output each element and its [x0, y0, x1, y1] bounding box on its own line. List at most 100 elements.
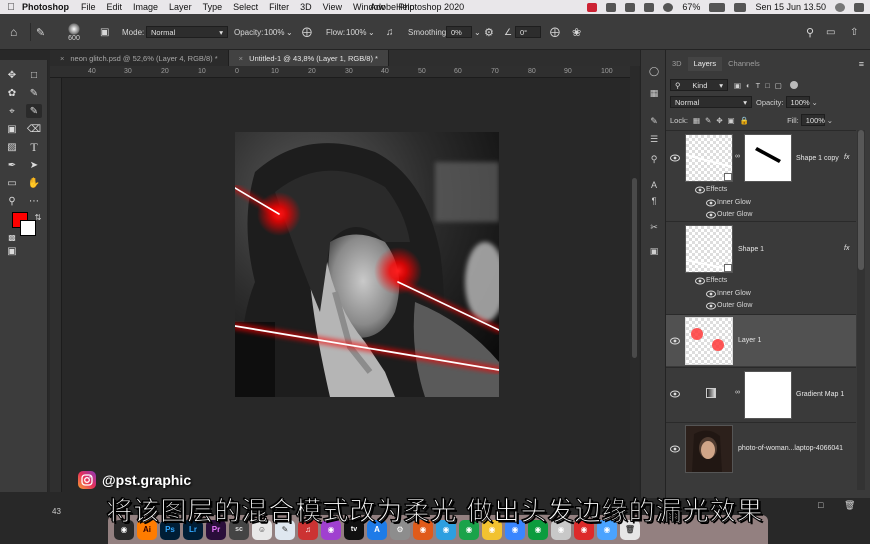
menu-filter[interactable]: Filter — [269, 2, 289, 12]
lock-transparent-icon[interactable]: ▦ — [693, 116, 700, 125]
default-colors-icon[interactable]: ▩ — [4, 230, 20, 244]
eye-icon[interactable] — [670, 337, 680, 345]
frame-tool-icon[interactable]: ▣ — [4, 122, 20, 136]
pen-tool-icon[interactable]: ✒ — [4, 158, 20, 172]
menu-view[interactable]: View — [323, 2, 342, 12]
layer-name[interactable]: photo-of-woman...laptop-4066041 — [738, 445, 843, 452]
tools-presets-icon[interactable]: ✂ — [647, 222, 661, 234]
control-center-icon[interactable] — [854, 2, 864, 12]
filter-pixel-icon[interactable]: ▣ — [734, 81, 741, 90]
workspace-icon[interactable]: ▭ — [826, 14, 835, 50]
eye-icon[interactable] — [706, 302, 716, 310]
effect-inner-glow[interactable]: Inner Glow — [717, 290, 751, 297]
opacity-field[interactable]: 100% — [264, 14, 284, 50]
angle-field[interactable]: 0° — [515, 26, 541, 38]
link-icon[interactable]: ∞ — [735, 389, 740, 396]
eraser-tool-icon[interactable]: ⌫ — [26, 122, 42, 136]
character-icon[interactable]: A — [647, 180, 661, 192]
gradient-tool-icon[interactable]: ▨ — [4, 140, 20, 154]
link-icon[interactable]: ∞ — [735, 153, 740, 160]
eye-icon[interactable] — [670, 445, 680, 453]
share-icon[interactable]: ⇧ — [850, 14, 858, 50]
filter-adjustment-icon[interactable]: ◐ — [746, 81, 751, 90]
tab-3d[interactable]: 3D — [666, 57, 688, 71]
brush-preset-picker[interactable]: 600 — [68, 14, 80, 50]
effects-label[interactable]: Effects — [706, 277, 727, 284]
menu-3d[interactable]: 3D — [300, 2, 312, 12]
tab-neon-glitch[interactable]: × neon glitch.psd @ 52,6% (Layer 4, RGB/8… — [50, 50, 229, 66]
eye-icon[interactable] — [695, 186, 705, 194]
bluetooth-icon[interactable] — [644, 2, 655, 12]
tab-layers[interactable]: Layers — [687, 57, 723, 71]
quick-select-tool-icon[interactable]: ✎ — [26, 86, 42, 100]
lock-artboard-icon[interactable]: ▣ — [728, 116, 735, 125]
swap-colors-icon[interactable]: ⇅ — [30, 210, 46, 224]
swatches-icon[interactable]: ▦ — [647, 88, 661, 100]
layer-row-shape-1-copy[interactable]: ∞ Shape 1 copy fx Effects Inner Glow Out… — [666, 130, 856, 220]
brush-tool-icon[interactable]: ✎ — [26, 104, 42, 118]
chevron-down-icon[interactable]: ⌄ — [812, 98, 818, 107]
type-tool-icon[interactable]: T — [26, 140, 42, 154]
filter-shape-icon[interactable]: □ — [765, 81, 770, 90]
symmetry-icon[interactable]: ❀ — [572, 14, 581, 50]
fx-icon[interactable]: fx — [844, 154, 849, 161]
paragraph-icon[interactable]: ¶ — [647, 196, 661, 208]
layer-row-photo[interactable]: photo-of-woman...laptop-4066041 — [666, 422, 856, 474]
filter-smart-object-icon[interactable]: ▢ — [775, 81, 782, 90]
mode-select[interactable]: Normal ▾ — [146, 26, 228, 38]
eye-icon[interactable] — [670, 390, 680, 398]
lock-all-icon[interactable]: 🔒 — [740, 116, 749, 125]
recording-icon[interactable] — [587, 2, 598, 12]
more-tools-icon[interactable]: ⋯ — [26, 194, 42, 208]
filter-kind-select[interactable]: ⚲ Kind ▾ — [670, 79, 728, 91]
layer-row-shape-1[interactable]: Shape 1 fx Effects Inner Glow Outer Glow — [666, 221, 856, 313]
apple-menu-icon[interactable]:  — [0, 2, 22, 13]
app-menu[interactable]: Photoshop — [22, 2, 69, 12]
eye-icon[interactable] — [670, 154, 680, 162]
layer-name[interactable]: Gradient Map 1 — [796, 391, 844, 398]
layer-name[interactable]: Shape 1 copy — [796, 155, 839, 162]
chevron-down-icon[interactable]: ⌄ — [368, 14, 375, 50]
creative-cloud-icon[interactable] — [606, 2, 617, 12]
menu-file[interactable]: File — [81, 2, 96, 12]
layer-name[interactable]: Shape 1 — [738, 246, 764, 253]
lock-image-icon[interactable]: ✎ — [705, 116, 711, 125]
scrollbar-thumb[interactable] — [632, 178, 637, 358]
close-icon[interactable]: × — [239, 54, 243, 63]
flag-icon[interactable] — [734, 2, 747, 12]
wifi-icon[interactable] — [663, 2, 674, 12]
pressure-size-icon[interactable]: ⨁ — [550, 14, 560, 50]
close-icon[interactable]: × — [60, 54, 64, 63]
quick-mask-icon[interactable]: ▣ — [4, 244, 20, 258]
filter-type-icon[interactable]: T — [756, 81, 761, 90]
layer-row-gradient-map-1[interactable]: ∞ Gradient Map 1 — [666, 367, 856, 421]
airplay-icon[interactable] — [625, 2, 636, 12]
gear-icon[interactable]: ⚙ — [484, 14, 494, 50]
hand-tool-icon[interactable]: ✋ — [26, 176, 42, 190]
tab-channels[interactable]: Channels — [722, 57, 766, 71]
marquee-tool-icon[interactable]: □ — [26, 68, 42, 82]
eye-icon[interactable] — [695, 277, 705, 285]
eye-icon[interactable] — [706, 211, 716, 219]
search-icon[interactable]: ⚲ — [806, 14, 814, 50]
eye-icon[interactable] — [706, 290, 716, 298]
panel-menu-icon[interactable]: ≡ — [859, 59, 864, 69]
path-select-tool-icon[interactable]: ➤ — [26, 158, 42, 172]
move-tool-icon[interactable]: ✥ — [4, 68, 20, 82]
brush-settings-icon[interactable]: ▣ — [100, 14, 109, 50]
layers-scrollbar[interactable] — [857, 130, 865, 490]
crop-tool-icon[interactable]: ⌖ — [4, 104, 20, 118]
scrollbar-thumb[interactable] — [858, 130, 864, 270]
effect-outer-glow[interactable]: Outer Glow — [717, 211, 752, 218]
clone-source-icon[interactable]: ⚲ — [647, 154, 661, 166]
zoom-tool-icon[interactable]: ⚲ — [4, 194, 20, 208]
menu-layer[interactable]: Layer — [169, 2, 192, 12]
layer-name[interactable]: Layer 1 — [738, 337, 761, 344]
shape-tool-icon[interactable]: ▭ — [4, 176, 20, 190]
fill-field[interactable]: 100% — [800, 114, 825, 126]
clock[interactable]: Sen 15 Jun 13.50 — [755, 2, 826, 12]
smoothing-field[interactable]: 0% — [446, 26, 472, 38]
filter-toggle[interactable] — [789, 81, 798, 89]
brush-settings-icon[interactable]: ✎ — [647, 116, 661, 128]
tab-untitled-1[interactable]: × Untitled-1 @ 43,8% (Layer 1, RGB/8) * — [228, 50, 389, 66]
